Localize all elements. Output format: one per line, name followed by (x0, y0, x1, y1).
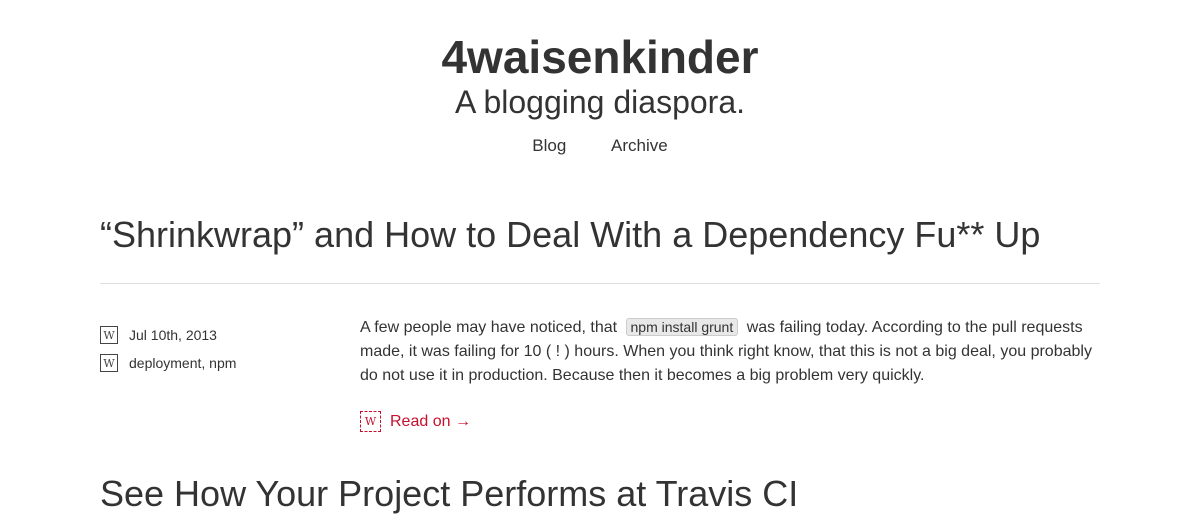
tag-stamp-icon: W (100, 354, 118, 372)
read-on-label: Read on → (390, 412, 471, 430)
site-tagline: A blogging diaspora. (455, 84, 745, 120)
excerpt-text-start: A few people may have noticed, that (360, 319, 618, 336)
post-date-row: W Jul 10th, 2013 (100, 321, 340, 349)
nav-link-archive[interactable]: Archive (611, 136, 668, 155)
site-header: 4waisenkinder A blogging diaspora. Blog … (0, 0, 1200, 156)
read-on-stamp-icon: W (360, 411, 381, 432)
post-tags-row: W deployment, npm (100, 349, 340, 377)
post-meta: W Jul 10th, 2013 W deployment, npm (100, 321, 340, 377)
post-tags[interactable]: deployment, npm (129, 355, 236, 371)
read-on-link[interactable]: W Read on → (360, 411, 471, 432)
site-title[interactable]: 4waisenkinder (0, 30, 1200, 84)
next-post-title[interactable]: See How Your Project Performs at Travis … (100, 474, 798, 514)
post-divider (100, 283, 1100, 284)
post-entry: “Shrinkwrap” and How to Deal With a Depe… (100, 215, 1100, 432)
post-date: Jul 10th, 2013 (129, 327, 217, 343)
post-title[interactable]: “Shrinkwrap” and How to Deal With a Depe… (100, 215, 1100, 255)
post-excerpt: A few people may have noticed, that npm … (360, 315, 1100, 388)
inline-code: npm install grunt (625, 318, 739, 336)
calendar-stamp-icon: W (100, 326, 118, 344)
nav-link-blog[interactable]: Blog (532, 136, 566, 155)
main-nav: Blog Archive (0, 136, 1200, 156)
